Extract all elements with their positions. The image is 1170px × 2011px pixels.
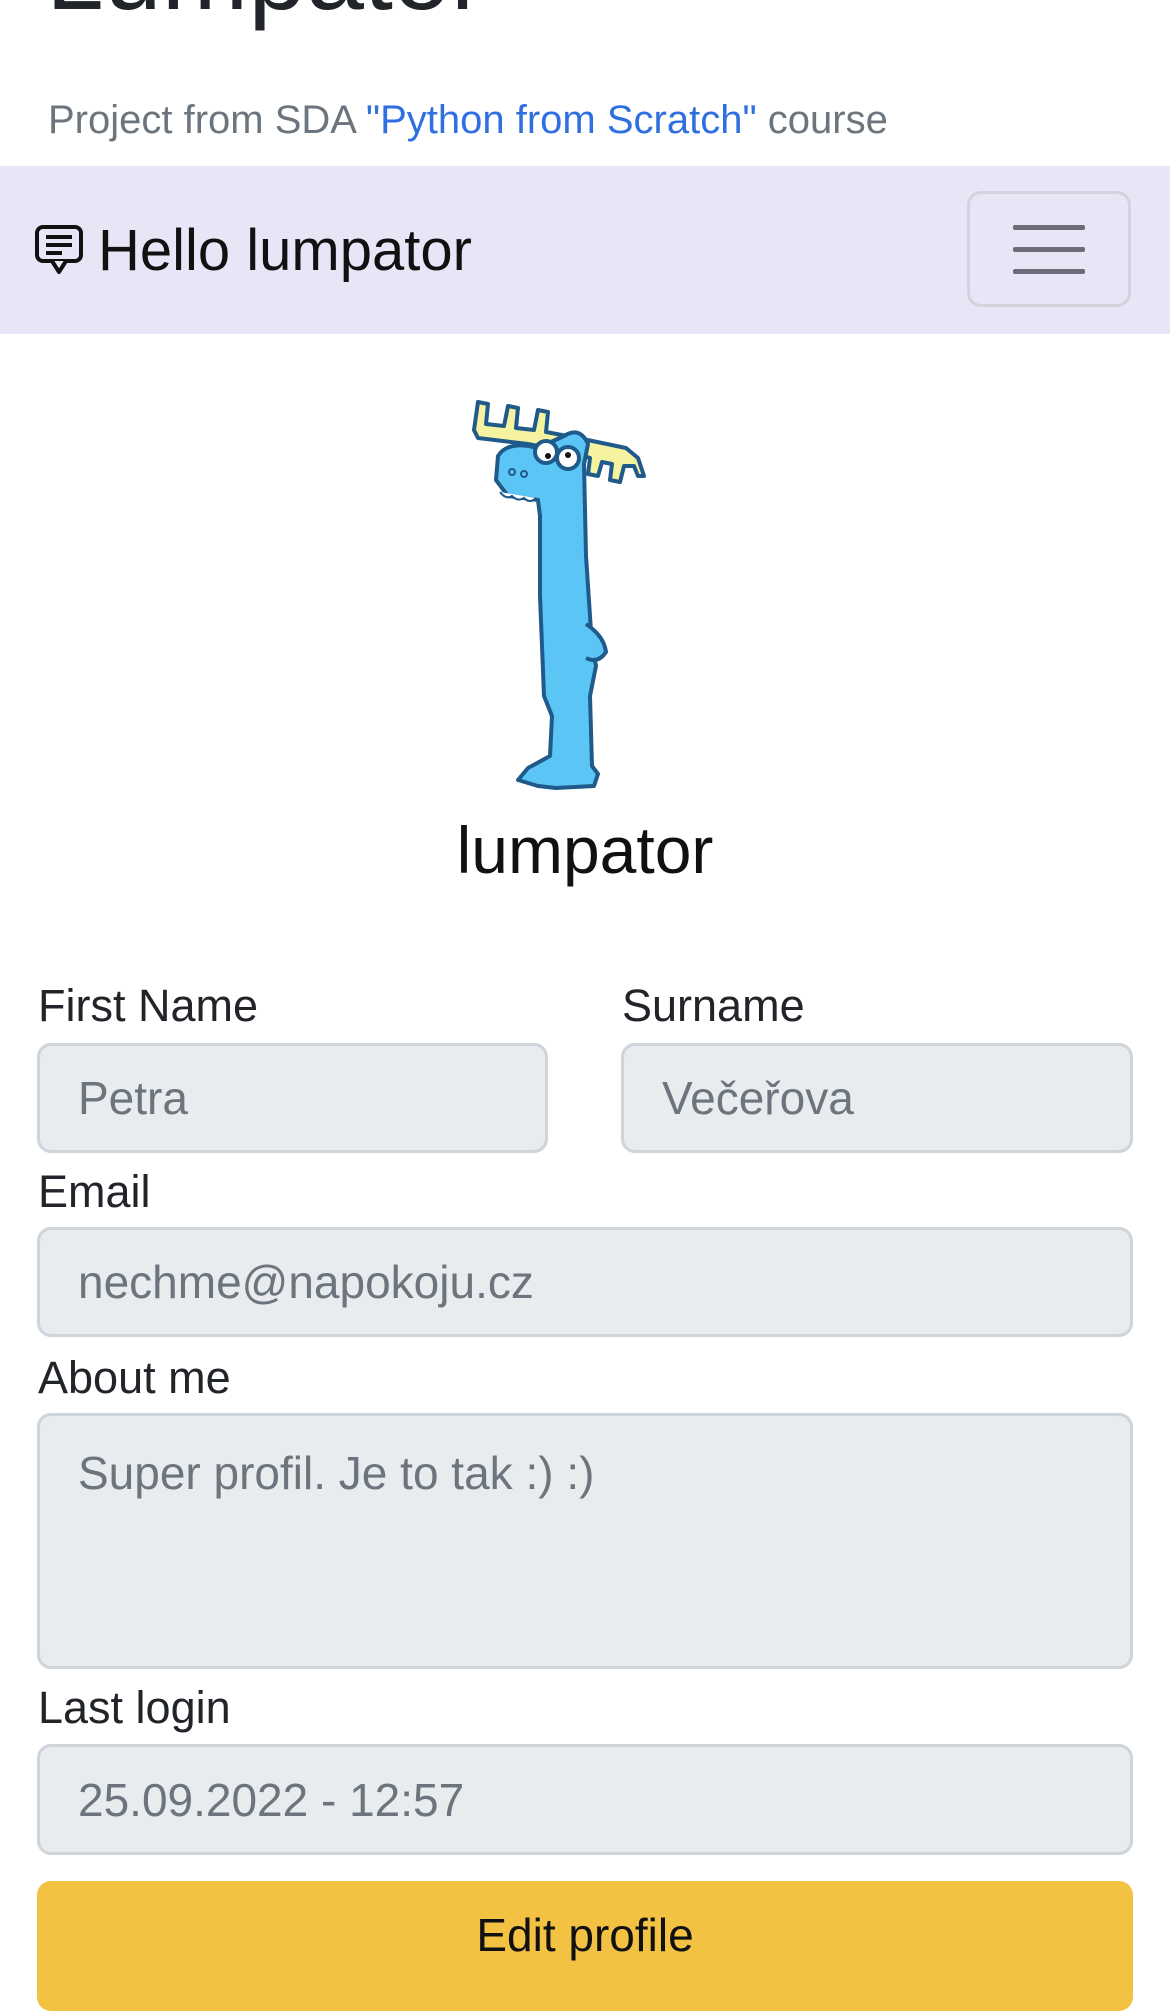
email-label: Email: [38, 1166, 151, 1217]
brand-label: Hello lumpator: [98, 217, 472, 283]
navbar: Hello lumpator: [0, 166, 1170, 334]
page-title: Lumpator: [46, 0, 485, 26]
profile-username: lumpator: [456, 813, 714, 887]
last-login-label: Last login: [38, 1682, 231, 1733]
last-login-input[interactable]: 25.09.2022 - 12:57: [37, 1744, 1133, 1855]
about-me-label: About me: [38, 1352, 231, 1403]
navbar-brand[interactable]: Hello lumpator: [34, 166, 472, 334]
about-me-textarea[interactable]: Super profil. Je to tak :) :): [37, 1413, 1133, 1669]
surname-input[interactable]: Večeřova: [621, 1043, 1133, 1153]
avatar-moose-image: [472, 400, 646, 790]
course-link[interactable]: "Python from Scratch": [366, 98, 757, 142]
subtitle-suffix: course: [756, 98, 888, 142]
hamburger-menu-icon: [1013, 224, 1085, 230]
subtitle-prefix: Project from SDA: [48, 98, 366, 142]
email-input[interactable]: nechme@napokoju.cz: [37, 1227, 1133, 1337]
first-name-input[interactable]: Petra: [37, 1043, 548, 1153]
first-name-label: First Name: [38, 980, 259, 1031]
hamburger-line: [1013, 268, 1085, 274]
page-subtitle: Project from SDA "Python from Scratch" c…: [48, 98, 888, 143]
surname-label: Surname: [622, 980, 805, 1031]
hamburger-line: [1013, 246, 1085, 252]
chat-text-icon: [35, 225, 83, 274]
navbar-toggler-button[interactable]: [967, 191, 1131, 307]
edit-profile-button[interactable]: Edit profile: [37, 1881, 1133, 2011]
